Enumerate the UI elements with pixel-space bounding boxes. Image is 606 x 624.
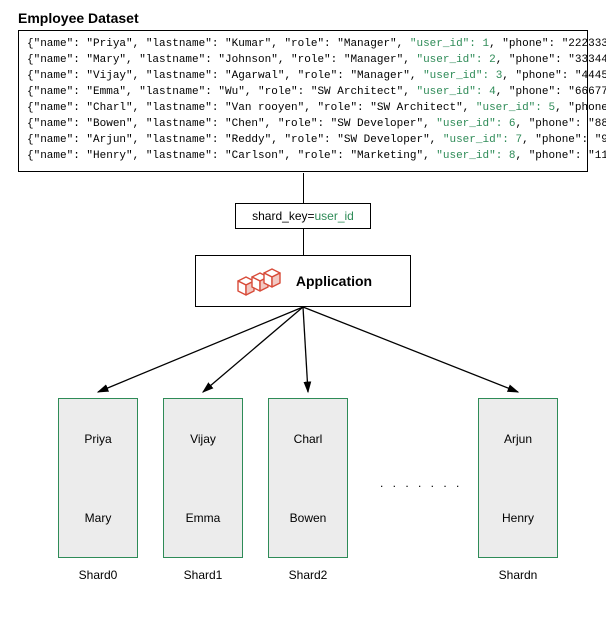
connector-line: [303, 229, 304, 255]
shards-row: Priya Mary Shard0 Vijay Emma Shard1 Char…: [0, 398, 606, 608]
shard-item: Priya: [84, 432, 111, 446]
dataset-row: {"name": "Mary", "lastname": "Johnson", …: [27, 53, 579, 69]
shard-key-box: shard_key=user_id: [235, 203, 371, 229]
fanout-arrows: [0, 307, 606, 397]
dataset-row: {"name": "Arjun", "lastname": "Reddy", "…: [27, 133, 579, 149]
page-title: Employee Dataset: [18, 10, 139, 26]
shard-item: Henry: [502, 511, 534, 525]
dataset-row: {"name": "Priya", "lastname": "Kumar", "…: [27, 37, 579, 53]
shard-item: Bowen: [290, 511, 327, 525]
connector-line: [303, 173, 304, 203]
cubes-icon: [234, 263, 282, 299]
dataset-box: {"name": "Priya", "lastname": "Kumar", "…: [18, 30, 588, 172]
shard-item: Arjun: [504, 432, 532, 446]
shard-key-value: user_id: [315, 209, 354, 223]
application-label: Application: [296, 273, 372, 289]
shard-key-label: shard_key=: [252, 209, 314, 223]
shard-item: Emma: [186, 511, 221, 525]
shard-label: Shardn: [478, 568, 558, 582]
shard-box: Priya Mary: [58, 398, 138, 558]
shard-item: Charl: [294, 432, 323, 446]
shard-box: Charl Bowen: [268, 398, 348, 558]
dataset-row: {"name": "Vijay", "lastname": "Agarwal",…: [27, 69, 579, 85]
shard-item: Mary: [85, 511, 112, 525]
shard-box: Vijay Emma: [163, 398, 243, 558]
ellipsis: . . . . . . .: [380, 476, 462, 490]
application-box: Application: [195, 255, 411, 307]
shard-label: Shard0: [58, 568, 138, 582]
dataset-row: {"name": "Charl", "lastname": "Van rooye…: [27, 101, 579, 117]
dataset-row: {"name": "Henry", "lastname": "Carlson",…: [27, 149, 579, 165]
shard-label: Shard2: [268, 568, 348, 582]
dataset-row: {"name": "Emma", "lastname": "Wu", "role…: [27, 85, 579, 101]
dataset-row: {"name": "Bowen", "lastname": "Chen", "r…: [27, 117, 579, 133]
shard-label: Shard1: [163, 568, 243, 582]
shard-item: Vijay: [190, 432, 216, 446]
shard-box: Arjun Henry: [478, 398, 558, 558]
